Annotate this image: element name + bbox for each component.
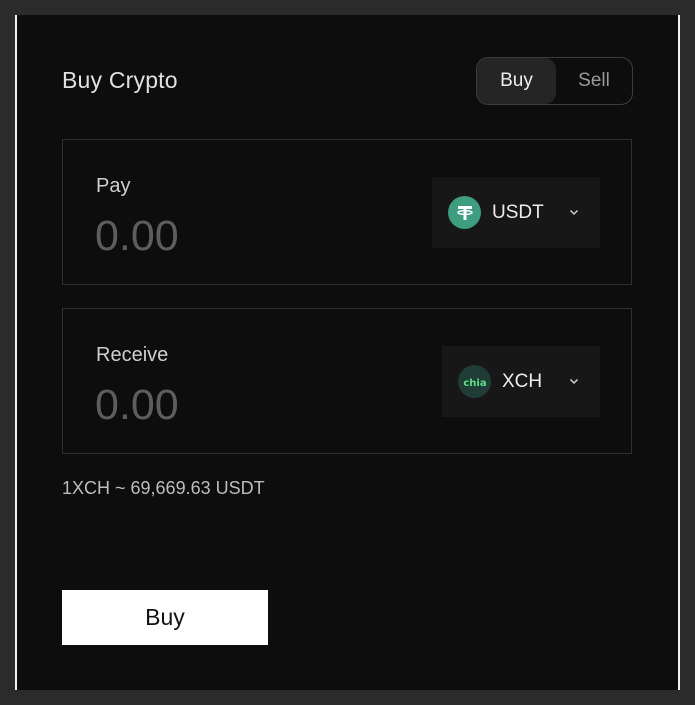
buy-button[interactable]: Buy bbox=[62, 590, 268, 645]
chia-icon-text: chia bbox=[463, 378, 486, 389]
receive-amount-input[interactable] bbox=[95, 381, 395, 430]
chia-icon: chia bbox=[458, 365, 491, 398]
pay-token-select[interactable]: USDT bbox=[432, 177, 600, 248]
pay-section: Pay USDT bbox=[62, 139, 632, 285]
pay-amount-input[interactable] bbox=[95, 212, 395, 261]
tether-icon bbox=[448, 196, 481, 229]
pay-token-symbol: USDT bbox=[492, 201, 544, 223]
receive-token-symbol: XCH bbox=[502, 370, 543, 392]
receive-section: Receive chia XCH bbox=[62, 308, 632, 454]
tab-sell[interactable]: Sell bbox=[556, 58, 632, 104]
receive-label: Receive bbox=[96, 344, 169, 366]
buy-sell-toggle: Buy Sell bbox=[476, 57, 633, 105]
chevron-down-icon bbox=[569, 378, 579, 385]
page-title: Buy Crypto bbox=[62, 67, 178, 93]
exchange-rate: 1XCH ~ 69,669.63 USDT bbox=[62, 478, 265, 498]
chevron-down-icon bbox=[569, 209, 579, 216]
buy-crypto-panel: Buy Crypto Buy Sell Pay USDT Receive bbox=[15, 15, 680, 690]
tab-buy[interactable]: Buy bbox=[477, 58, 556, 104]
receive-token-select[interactable]: chia XCH bbox=[442, 346, 600, 417]
pay-label: Pay bbox=[96, 175, 131, 197]
